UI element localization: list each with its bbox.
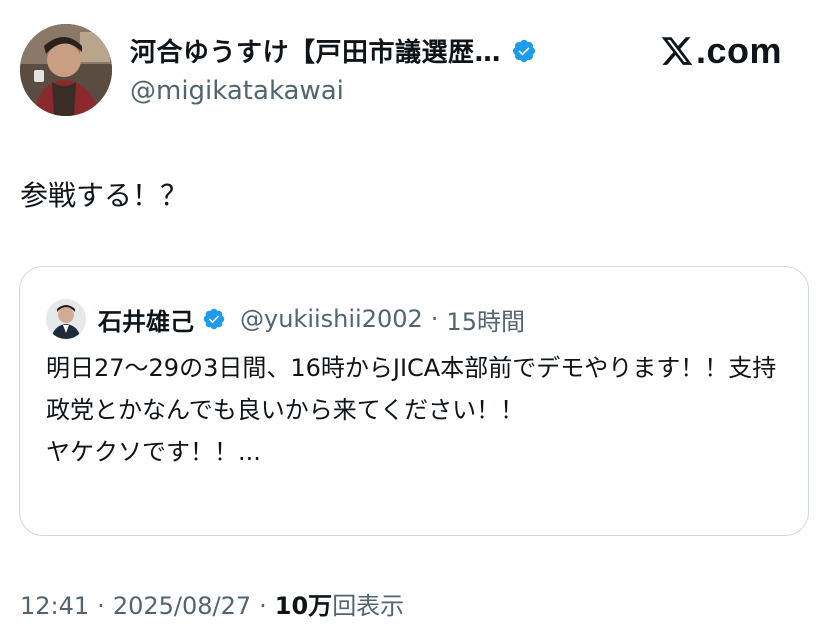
tweet-meta: 12:41 · 2025/08/27 · 10万 回表示 [20, 586, 404, 621]
post-date[interactable]: 2025/08/27 [113, 592, 251, 620]
post-time[interactable]: 12:41 [20, 592, 89, 620]
quoted-tweet-header: 石井雄己 @yukiishii2002 · 15時間 [46, 299, 525, 339]
author-name-row: 河合ゆうすけ【戸田市議選歴… [130, 32, 537, 69]
author-handle[interactable]: @migikatakawai [130, 76, 344, 106]
meta-separator-2: · [259, 592, 267, 620]
meta-separator: · [97, 592, 105, 620]
author-avatar[interactable] [20, 24, 112, 116]
quoted-tweet-card[interactable]: 石井雄己 @yukiishii2002 · 15時間 明日27〜29の3日間、16時… [19, 266, 809, 536]
views-label: 回表示 [332, 592, 405, 620]
quoted-verified-badge-icon [202, 307, 226, 331]
quoted-tweet-text: 明日27〜29の3日間、16時からJICA本部前でデモやります！！支持政党とかな… [46, 354, 777, 466]
quoted-author-name[interactable]: 石井雄己 [98, 302, 194, 337]
brand-logo: .com [660, 30, 782, 72]
tweet-screenshot: 河合ゆうすけ【戸田市議選歴… @migikatakawai .com 参戦する！… [0, 0, 828, 640]
quoted-avatar-photo [46, 299, 86, 339]
quoted-separator: · [430, 305, 439, 333]
quoted-timestamp[interactable]: 15時間 [446, 302, 525, 337]
tweet-text: 参戦する！？ [20, 179, 189, 212]
author-display-name[interactable]: 河合ゆうすけ【戸田市議選歴… [130, 32, 501, 69]
brand-text: .com [695, 30, 782, 71]
quoted-author-handle[interactable]: @yukiishii2002 [240, 305, 423, 333]
verified-badge-icon [511, 38, 537, 64]
quoted-author-avatar[interactable] [46, 299, 86, 339]
views-count[interactable]: 10万 [275, 586, 332, 621]
avatar-photo [20, 24, 112, 116]
x-logo-icon [660, 34, 694, 68]
